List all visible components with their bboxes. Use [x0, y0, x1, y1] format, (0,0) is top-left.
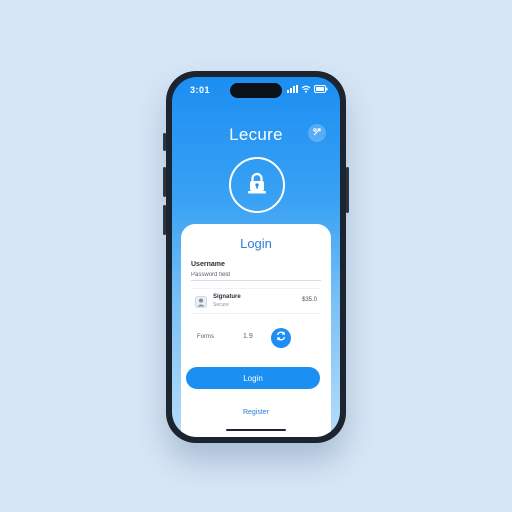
- login-button[interactable]: Login: [186, 367, 320, 389]
- lock-icon: [244, 170, 270, 201]
- dynamic-island: [230, 83, 282, 98]
- option-label: Forms: [197, 334, 214, 340]
- mute-switch: [163, 133, 166, 151]
- wifi-icon: [301, 85, 311, 93]
- settings-icon: [312, 124, 322, 142]
- settings-button[interactable]: [308, 124, 326, 142]
- account-name: Signature: [213, 294, 241, 300]
- options-row: Forms 1.9: [191, 328, 321, 348]
- status-icons: [287, 85, 328, 93]
- register-link[interactable]: Register: [181, 409, 331, 416]
- signal-icon: [287, 85, 298, 93]
- account-subtitle: Secure: [213, 302, 229, 308]
- option-value[interactable]: 1.9: [243, 333, 253, 340]
- volume-down-button: [163, 205, 166, 235]
- refresh-icon: [275, 329, 287, 347]
- username-label: Username: [191, 261, 225, 268]
- power-button: [346, 167, 349, 213]
- lock-emblem: [229, 157, 285, 213]
- phone-frame: 3:01 Lecure Login Username Password fiel…: [163, 71, 349, 443]
- home-indicator[interactable]: [226, 429, 286, 431]
- account-row[interactable]: Signature Secure $35.0: [191, 288, 321, 314]
- battery-icon: [314, 85, 328, 93]
- username-input[interactable]: [191, 270, 321, 281]
- account-value: $35.0: [301, 297, 317, 303]
- refresh-button[interactable]: [271, 328, 291, 348]
- status-time: 3:01: [190, 85, 211, 95]
- phone-screen: 3:01 Lecure Login Username Password fiel…: [172, 77, 340, 437]
- login-card: Login Username Signature Secure $35.0 Fo…: [181, 224, 331, 437]
- avatar-icon: [195, 295, 207, 308]
- login-title: Login: [240, 236, 272, 251]
- volume-up-button: [163, 167, 166, 197]
- status-bar: 3:01: [172, 77, 340, 105]
